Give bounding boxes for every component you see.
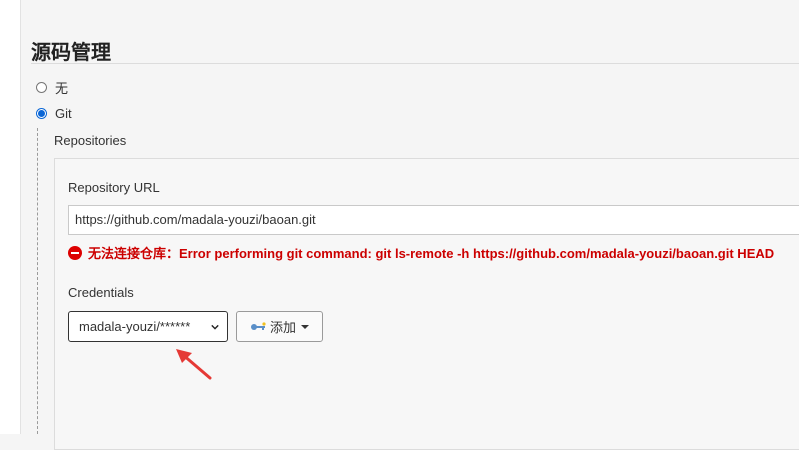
repository-url-input[interactable]: https://github.com/madala-youzi/baoan.gi… [68, 205, 799, 235]
credentials-select[interactable]: madala-youzi/****** [68, 311, 228, 342]
scm-option-git[interactable]: Git [36, 106, 72, 121]
git-options-indent-line [37, 128, 38, 434]
repository-url-label: Repository URL [68, 180, 160, 195]
error-circle-icon [68, 245, 82, 260]
caret-down-icon [301, 324, 309, 329]
add-credentials-button[interactable]: 添加 [236, 311, 323, 342]
repository-panel [54, 158, 799, 450]
left-margin-strip [0, 0, 21, 434]
credentials-label: Credentials [68, 285, 134, 300]
chevron-down-icon [211, 324, 219, 330]
scm-option-none[interactable]: 无 [36, 78, 68, 97]
key-icon [250, 321, 266, 330]
radio-none[interactable] [36, 82, 47, 93]
section-divider [31, 63, 799, 64]
radio-git[interactable] [36, 108, 47, 119]
section-title: 源码管理 [31, 40, 111, 64]
repositories-label: Repositories [54, 133, 127, 148]
scm-option-git-label: Git [55, 106, 72, 121]
error-text: 无法连接仓库：Error performing git command: git… [88, 246, 775, 261]
repository-error-message: 无法连接仓库：Error performing git command: git… [68, 243, 774, 262]
red-arrow-annotation [176, 349, 212, 380]
scm-option-none-label: 无 [55, 81, 69, 96]
credentials-selected-value: madala-youzi/****** [79, 319, 191, 334]
add-button-label: 添加 [269, 320, 296, 335]
